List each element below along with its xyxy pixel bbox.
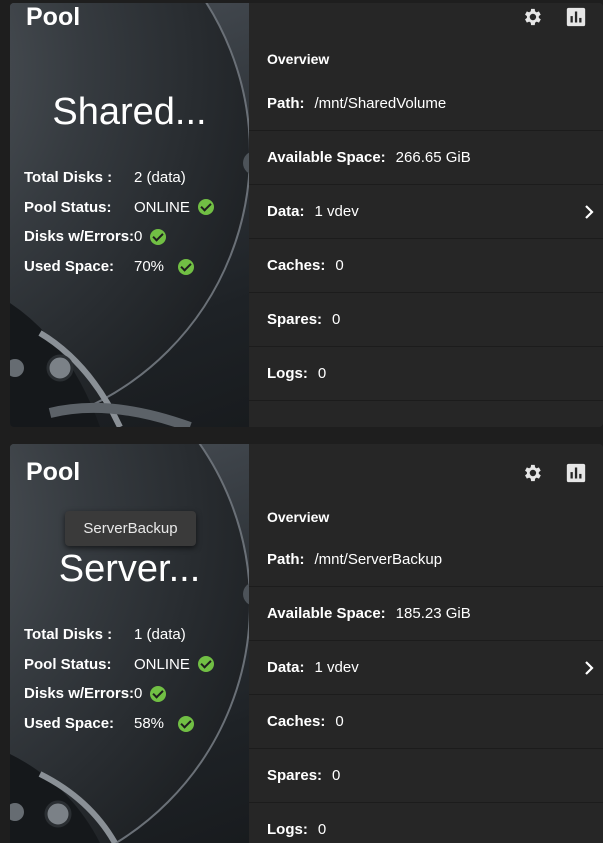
detail-value: 0 <box>317 365 327 382</box>
chevron-right-icon[interactable] <box>583 204 595 220</box>
stat-value: 2 (data) <box>134 169 186 187</box>
detail-row-caches: Caches: 0 <box>249 695 603 749</box>
detail-label: Spares: <box>267 311 323 328</box>
gear-icon[interactable] <box>521 462 543 484</box>
detail-label: Caches: <box>267 257 326 274</box>
overview-title: Overview <box>267 509 330 525</box>
stat-value: 70% <box>134 258 165 276</box>
detail-value: 0 <box>317 821 327 838</box>
stat-label: Disks w/Errors: <box>24 228 135 246</box>
stat-total-disks: Total Disks : 1 (data) <box>24 620 214 650</box>
detail-row-path: Path: /mnt/ServerBackup <box>249 533 603 587</box>
detail-value: 1 vdev <box>314 659 359 676</box>
detail-row-spares: Spares: 0 <box>249 293 603 347</box>
pool-name: Shared... <box>52 91 207 133</box>
stat-label: Total Disks : <box>24 169 113 187</box>
details-list: Path: /mnt/SharedVolume Available Space:… <box>249 77 603 401</box>
stat-pool-status: Pool Status: ONLINE <box>24 193 214 223</box>
stat-value: ONLINE <box>134 655 190 673</box>
pool-name[interactable]: Server... <box>10 548 249 591</box>
detail-label: Logs: <box>267 821 308 838</box>
detail-value: 266.65 GiB <box>395 149 471 166</box>
detail-row-spares: Spares: 0 <box>249 749 603 803</box>
stat-value: ONLINE <box>134 198 190 216</box>
detail-value: 185.23 GiB <box>395 605 471 622</box>
stat-value: 0 <box>134 228 143 246</box>
stat-label: Pool Status: <box>24 198 112 216</box>
pool-disk-panel: Pool Shared... Total Disks : 2 (data) Po… <box>10 3 249 427</box>
detail-label: Caches: <box>267 713 326 730</box>
check-circle-icon <box>178 258 195 275</box>
pool-name-tooltip: ServerBackup <box>65 511 196 546</box>
pool-actions <box>521 462 587 484</box>
detail-row-available-space: Available Space: 185.23 GiB <box>249 587 603 641</box>
overview-title: Overview <box>267 51 330 67</box>
check-circle-icon <box>197 656 214 673</box>
pool-section-title: Pool <box>26 458 81 486</box>
detail-label: Available Space: <box>267 149 386 166</box>
bar-chart-icon[interactable] <box>565 6 587 28</box>
detail-value: 0 <box>332 767 341 784</box>
detail-value: /mnt/SharedVolume <box>314 95 447 112</box>
check-circle-icon <box>150 685 167 702</box>
detail-label: Data: <box>267 203 305 220</box>
bar-chart-icon[interactable] <box>565 462 587 484</box>
detail-label: Logs: <box>267 365 308 382</box>
stat-label: Pool Status: <box>24 655 112 673</box>
pool-stats: Total Disks : 1 (data) Pool Status: ONLI… <box>24 620 214 738</box>
stat-pool-status: Pool Status: ONLINE <box>24 650 214 680</box>
stat-used-space: Used Space: 70% <box>24 252 214 282</box>
stat-value: 58% <box>134 715 165 733</box>
check-circle-icon <box>150 228 167 245</box>
detail-label: Path: <box>267 95 305 112</box>
stat-label: Used Space: <box>24 258 115 276</box>
detail-row-data[interactable]: Data: 1 vdev <box>249 185 603 239</box>
detail-row-caches: Caches: 0 <box>249 239 603 293</box>
check-circle-icon <box>197 199 214 216</box>
stat-used-space: Used Space: 58% <box>24 709 214 739</box>
stat-value: 0 <box>134 685 143 703</box>
stat-label: Total Disks : <box>24 626 113 644</box>
pool-stats: Total Disks : 2 (data) Pool Status: ONLI… <box>24 163 214 281</box>
pool-card: Pool Server... ServerBackup Total Disks … <box>10 444 603 843</box>
detail-value: /mnt/ServerBackup <box>314 551 443 568</box>
stat-disks-errors: Disks w/Errors: 0 <box>24 679 214 709</box>
check-circle-icon <box>178 715 195 732</box>
stat-value: 1 (data) <box>134 626 186 644</box>
pool-actions <box>521 6 587 28</box>
detail-row-logs: Logs: 0 <box>249 803 603 843</box>
stat-total-disks: Total Disks : 2 (data) <box>24 163 214 193</box>
gear-icon[interactable] <box>521 6 543 28</box>
detail-row-data[interactable]: Data: 1 vdev <box>249 641 603 695</box>
detail-label: Path: <box>267 551 305 568</box>
pool-details-panel: Overview Path: /mnt/SharedVolume Availab… <box>249 3 603 427</box>
pool-details-panel: Overview Path: /mnt/ServerBackup Availab… <box>249 444 603 843</box>
detail-value: 0 <box>335 257 344 274</box>
detail-value: 1 vdev <box>314 203 359 220</box>
detail-label: Available Space: <box>267 605 386 622</box>
detail-label: Spares: <box>267 767 323 784</box>
stat-label: Disks w/Errors: <box>24 685 135 703</box>
detail-value: 0 <box>335 713 344 730</box>
stat-disks-errors: Disks w/Errors: 0 <box>24 222 214 252</box>
detail-label: Data: <box>267 659 305 676</box>
pool-card: Pool Shared... Total Disks : 2 (data) Po… <box>10 3 603 427</box>
detail-row-logs: Logs: 0 <box>249 347 603 401</box>
pool-disk-panel: Pool Server... ServerBackup Total Disks … <box>10 444 249 843</box>
detail-row-available-space: Available Space: 266.65 GiB <box>249 131 603 185</box>
chevron-right-icon[interactable] <box>583 660 595 676</box>
details-list: Path: /mnt/ServerBackup Available Space:… <box>249 533 603 843</box>
detail-row-path: Path: /mnt/SharedVolume <box>249 77 603 131</box>
detail-value: 0 <box>332 311 341 328</box>
pool-section-title: Pool <box>26 3 81 31</box>
stat-label: Used Space: <box>24 715 115 733</box>
